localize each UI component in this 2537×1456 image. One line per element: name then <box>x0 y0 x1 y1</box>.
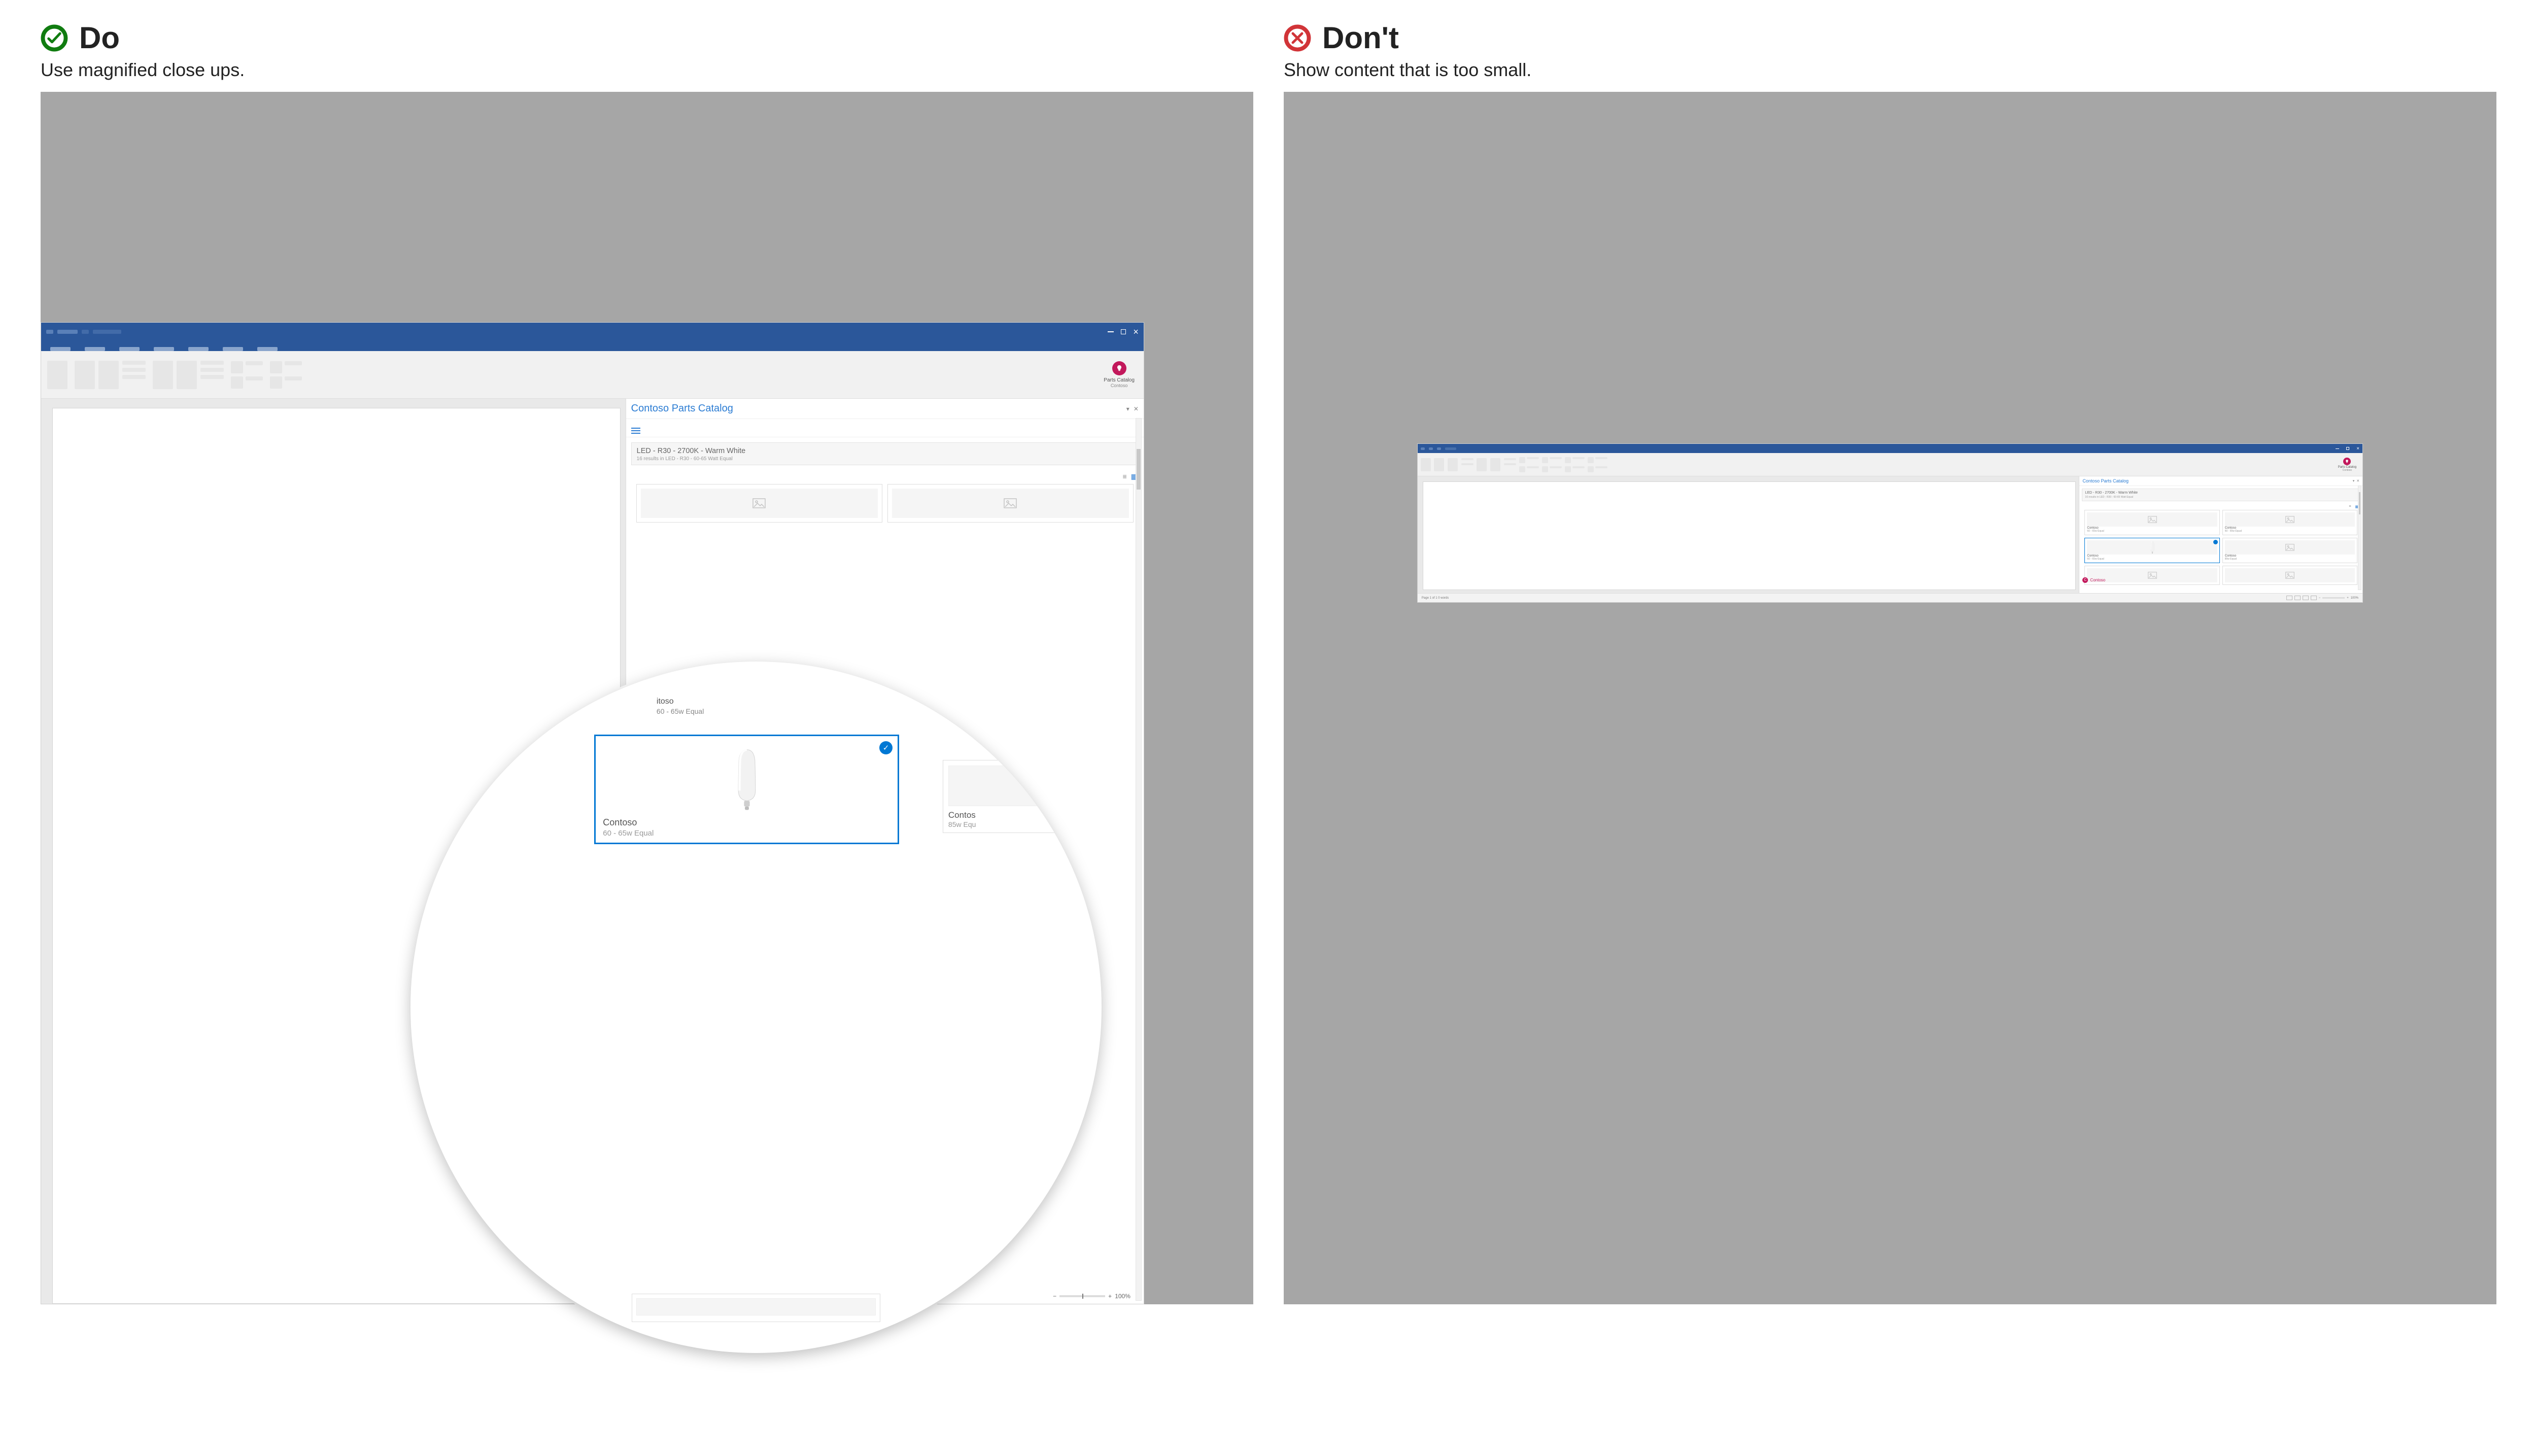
status-bar-small: Page 1 of 1 0 words −+100% <box>1418 593 2362 602</box>
dont-column: Don't Show content that is too small. × <box>1284 20 2496 1304</box>
addin-name: Parts Catalog <box>1104 377 1135 383</box>
titlebar: × <box>41 323 1144 341</box>
product-spec: 60 - 65w Equal <box>2087 558 2217 561</box>
check-icon: ✓ <box>879 741 893 754</box>
addin-launcher[interactable]: Parts Catalog Contoso <box>2338 458 2359 472</box>
check-icon <box>2213 540 2218 544</box>
dont-subtitle: Show content that is too small. <box>1284 59 2496 81</box>
product-name: Contoso <box>603 817 890 828</box>
zoom-value: 100% <box>1115 1293 1130 1300</box>
catalog-card[interactable] <box>2222 566 2357 585</box>
pane-close-icon[interactable]: ✕ <box>2356 479 2359 483</box>
chevron-down-icon[interactable]: ▾ <box>2353 479 2355 483</box>
ribbon: Parts Catalog Contoso <box>1418 453 2362 476</box>
document-canvas[interactable] <box>1423 481 2076 590</box>
close-icon[interactable]: × <box>1133 327 1139 337</box>
addin-publisher: Contoso <box>1104 383 1135 388</box>
catalog-card[interactable]: Contoso85w Equal <box>2222 538 2357 563</box>
list-view-icon[interactable]: ≡ <box>2349 505 2351 509</box>
check-circle-icon <box>41 24 68 52</box>
catalog-card[interactable]: Contoso60 - 65w Equal <box>2084 538 2219 563</box>
word-window-small: × Parts Catalog Contoso <box>1417 443 2363 603</box>
search-summary: LED - R30 - 2700K - Warm White 16 result… <box>2082 489 2360 501</box>
do-heading: Do <box>79 20 120 55</box>
search-query: LED - R30 - 2700K - Warm White <box>637 447 1133 455</box>
titlebar: × <box>1418 444 2362 453</box>
catalog-card[interactable] <box>636 484 882 523</box>
maximize-icon[interactable] <box>1121 329 1126 334</box>
scrollbar[interactable] <box>1136 418 1142 1301</box>
do-subtitle: Use magnified close ups. <box>41 59 1253 81</box>
lightbulb-product-icon <box>724 746 770 812</box>
dont-example-frame: × Parts Catalog Contoso <box>1284 92 2496 1304</box>
close-icon[interactable]: × <box>2356 446 2359 452</box>
ribbon: Parts Catalog Contoso <box>41 351 1144 399</box>
scrollbar[interactable] <box>2358 486 2361 590</box>
chevron-down-icon[interactable]: ▾ <box>1126 405 1129 412</box>
do-example-frame: × Parts Catalog Contoso <box>41 92 1253 1304</box>
pane-title: Contoso Parts Catalog <box>2082 478 2129 483</box>
ribbon-tabs[interactable] <box>41 341 1144 351</box>
search-summary: LED - R30 - 2700K - Warm White 16 result… <box>631 442 1139 465</box>
lightbulb-icon <box>1112 361 1126 375</box>
do-column: Do Use magnified close ups. × <box>41 20 1253 1304</box>
catalog-card[interactable]: Contoso60 - 65w Equal <box>2084 510 2219 535</box>
magnifier: itoso 60 - 65w Equal ✓ Contoso 60 - 65w … <box>410 662 1102 1353</box>
pane-title: Contoso Parts Catalog <box>631 403 733 414</box>
x-circle-icon <box>1284 24 1311 52</box>
minimize-icon[interactable] <box>1108 331 1114 332</box>
catalog-card[interactable] <box>887 484 1134 523</box>
mag-bottom-card <box>632 1294 880 1322</box>
pane-close-icon[interactable]: ✕ <box>1134 405 1139 412</box>
task-pane: Contoso Parts Catalog ▾✕ LED - R30 - 270… <box>2079 476 2362 593</box>
mag-side-card[interactable]: Contos 85w Equ <box>943 760 1080 833</box>
hamburger-icon[interactable] <box>631 428 640 434</box>
product-spec: 85w Equal <box>2225 558 2355 561</box>
catalog-card[interactable]: Contoso60 - 65w Equal <box>2222 510 2357 535</box>
lightbulb-icon <box>2343 458 2351 465</box>
addin-launcher[interactable]: Parts Catalog Contoso <box>1104 361 1138 388</box>
brand-footer: CContoso <box>2082 577 2105 583</box>
product-spec: 60 - 65w Equal <box>2225 530 2355 533</box>
search-meta: 16 results in LED - R30 - 60-65 Watt Equ… <box>637 456 1133 462</box>
mag-selected-card[interactable]: ✓ Contoso 60 - 65w Equal <box>594 735 899 844</box>
minimize-icon[interactable] <box>2336 448 2339 449</box>
maximize-icon[interactable] <box>2346 447 2349 450</box>
product-spec: 60 - 65w Equal <box>603 829 890 838</box>
list-view-icon[interactable]: ≡ <box>1122 472 1126 481</box>
status-text: Page 1 of 1 0 words <box>1422 597 1449 600</box>
mag-partial-card: itoso 60 - 65w Equal <box>657 697 704 715</box>
product-spec: 60 - 65w Equal <box>2087 530 2217 533</box>
dont-heading: Don't <box>1322 20 1399 55</box>
